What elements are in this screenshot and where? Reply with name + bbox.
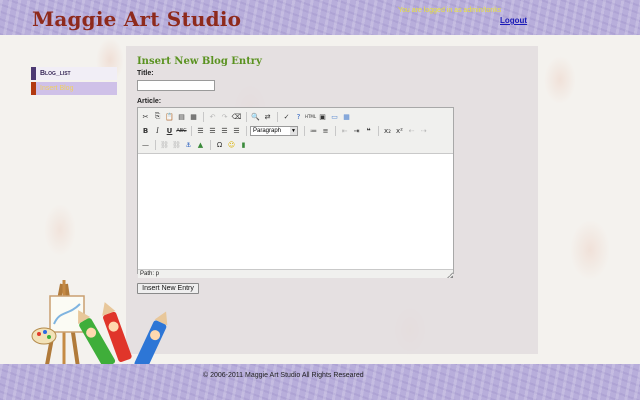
superscript-icon[interactable]: x² — [394, 125, 405, 136]
toolbar-separator — [155, 139, 156, 150]
paint-dot — [43, 330, 47, 334]
align-center-icon[interactable]: ☰ — [207, 125, 218, 136]
toolbar-row-1: ✂ ⎘ 📋 ▤ ▦ ↶ ↷ ⌫ 🔍 ⇄ ✓ ? HTML ▣ ▭ ▦ — [140, 110, 451, 123]
help-icon[interactable]: ? — [293, 111, 304, 122]
undo-icon[interactable]: ↶ — [207, 111, 218, 122]
align-left-icon[interactable]: ☰ — [195, 125, 206, 136]
header-band: Maggie Art Studio You are logged in as a… — [0, 0, 640, 35]
unlink-icon[interactable]: ⛓ — [171, 139, 182, 150]
sidebar-menu: Blog_list Insert Blog — [31, 67, 117, 97]
redo-icon[interactable]: ↷ — [219, 111, 230, 122]
paint-dot — [37, 332, 41, 336]
outdent-icon[interactable]: ⇤ — [339, 125, 350, 136]
footer-band: © 2006-2011 Maggie Art Studio All Rights… — [0, 364, 640, 400]
paint-dot — [47, 335, 51, 339]
emoticon-icon[interactable]: ☺ — [226, 139, 237, 150]
toolbar-separator — [246, 125, 247, 136]
chevron-down-icon: ▼ — [290, 126, 297, 135]
copy-icon[interactable]: ⎘ — [152, 111, 163, 122]
sidebar-item-insert-blog[interactable]: Insert Blog — [31, 82, 117, 95]
toolbar-separator — [378, 125, 379, 136]
rtl-icon[interactable]: ⇠ — [406, 125, 417, 136]
title-input[interactable] — [137, 80, 215, 91]
blue-crayon — [134, 311, 168, 370]
rich-text-editor: ✂ ⎘ 📋 ▤ ▦ ↶ ↷ ⌫ 🔍 ⇄ ✓ ? HTML ▣ ▭ ▦ B I U… — [137, 107, 454, 278]
toolbar-separator — [246, 111, 247, 122]
unordered-list-icon[interactable]: ≔ — [308, 125, 319, 136]
editor-toolbar: ✂ ⎘ 📋 ▤ ▦ ↶ ↷ ⌫ 🔍 ⇄ ✓ ? HTML ▣ ▭ ▦ B I U… — [138, 108, 453, 154]
copyright-text: © 2006-2011 Maggie Art Studio All Rights… — [203, 372, 364, 379]
ltr-icon[interactable]: ⇢ — [418, 125, 429, 136]
image-insert-icon[interactable]: ▲ — [195, 139, 206, 150]
spellcheck-icon[interactable]: ✓ — [281, 111, 292, 122]
sidebar-item-blog-list[interactable]: Blog_list — [31, 67, 117, 80]
logout-link[interactable]: Logout — [500, 16, 527, 25]
charmap-icon[interactable]: Ω — [214, 139, 225, 150]
toolbar-separator — [191, 125, 192, 136]
justify-icon[interactable]: ☰ — [231, 125, 242, 136]
toolbar-row-3: — ⛓ ⛓ ⚓ ▲ Ω ☺ ▮ — [140, 138, 451, 151]
site-title: Maggie Art Studio — [32, 7, 242, 31]
toolbar-separator — [277, 111, 278, 122]
cut-icon[interactable]: ✂ — [140, 111, 151, 122]
media-insert-icon[interactable]: ▮ — [238, 139, 249, 150]
indent-icon[interactable]: ⇥ — [351, 125, 362, 136]
paste-icon[interactable]: 📋 — [164, 111, 175, 122]
login-status: You are logged in as admin/tonks — [398, 7, 502, 14]
editor-content-area[interactable] — [138, 154, 453, 269]
format-select[interactable]: Paragraph ▼ — [250, 125, 298, 136]
paste-word-icon[interactable]: ▦ — [188, 111, 199, 122]
strikethrough-icon[interactable]: ABC — [176, 125, 187, 136]
toolbar-separator — [304, 125, 305, 136]
find-icon[interactable]: 🔍 — [250, 111, 261, 122]
html-icon[interactable]: HTML — [305, 111, 316, 122]
replace-icon[interactable]: ⇄ — [262, 111, 273, 122]
cleanup-icon[interactable]: ⌫ — [231, 111, 242, 122]
title-label: Title: — [137, 70, 154, 77]
paste-text-icon[interactable]: ▤ — [176, 111, 187, 122]
blockquote-icon[interactable]: ❝ — [363, 125, 374, 136]
image-icon[interactable]: ▣ — [317, 111, 328, 122]
anchor-icon[interactable]: ⚓ — [183, 139, 194, 150]
underline-icon[interactable]: U — [164, 125, 175, 136]
article-label: Article: — [137, 98, 162, 105]
align-right-icon[interactable]: ☰ — [219, 125, 230, 136]
editor-status-bar: Path: p — [138, 269, 453, 278]
format-select-value: Paragraph — [253, 127, 282, 134]
toolbar-separator — [203, 111, 204, 122]
subscript-icon[interactable]: x₂ — [382, 125, 393, 136]
table-icon[interactable]: ▦ — [341, 111, 352, 122]
italic-icon[interactable]: I — [152, 125, 163, 136]
toolbar-separator — [335, 125, 336, 136]
link-icon[interactable]: ⛓ — [159, 139, 170, 150]
toolbar-row-2: B I U ABC ☰ ☰ ☰ ☰ Paragraph ▼ ≔ ≡ ⇤ ⇥ ❝ … — [140, 124, 451, 137]
toolbar-separator — [210, 139, 211, 150]
ordered-list-icon[interactable]: ≡ — [320, 125, 331, 136]
content-panel: Insert New Blog Entry Title: Article: ✂ … — [126, 46, 538, 354]
page-title: Insert New Blog Entry — [137, 56, 262, 67]
bold-icon[interactable]: B — [140, 125, 151, 136]
resize-handle-icon[interactable] — [447, 272, 453, 278]
media-icon[interactable]: ▭ — [329, 111, 340, 122]
horizontal-rule-icon[interactable]: — — [140, 139, 151, 150]
